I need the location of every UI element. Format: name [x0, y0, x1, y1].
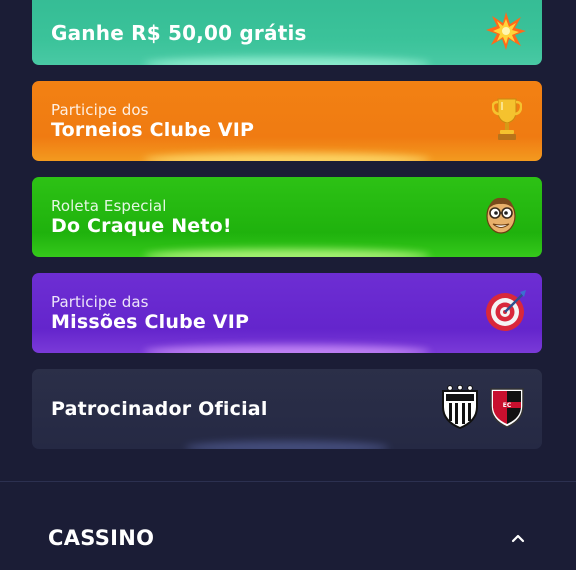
promo-card-roulette[interactable]: Roleta Especial Do Craque Neto! [32, 177, 542, 257]
face-with-glasses-icon [484, 195, 518, 239]
promo-title: Missões Clube VIP [51, 311, 250, 333]
promo-title: Torneios Clube VIP [51, 119, 255, 141]
dartboard-icon [484, 289, 528, 337]
promo-card-tournaments[interactable]: Participe dos Torneios Clube VIP [32, 81, 542, 161]
explosion-icon [486, 11, 526, 55]
section-divider [0, 481, 576, 482]
chevron-up-icon[interactable] [508, 528, 528, 548]
promo-subtitle: Participe dos [51, 101, 149, 119]
santos-crest-icon [440, 384, 480, 433]
promo-subtitle: Participe das [51, 293, 149, 311]
section-title: CASSINO [48, 526, 155, 550]
promo-card-missions[interactable]: Participe das Missões Clube VIP [32, 273, 542, 353]
trophy-icon [491, 97, 523, 145]
svg-text:EC: EC [503, 402, 512, 409]
cassino-section-header[interactable]: CASSINO [48, 520, 528, 556]
promo-title: Do Craque Neto! [51, 215, 232, 237]
promo-card-sponsor[interactable]: Patrocinador Oficial EC [32, 369, 542, 449]
promo-card-bonus[interactable]: Ganhe R$ 50,00 grátis [32, 0, 542, 65]
promo-title: Ganhe R$ 50,00 grátis [51, 20, 307, 45]
vitoria-crest-icon: EC [488, 386, 526, 432]
promo-subtitle: Roleta Especial [51, 197, 167, 215]
